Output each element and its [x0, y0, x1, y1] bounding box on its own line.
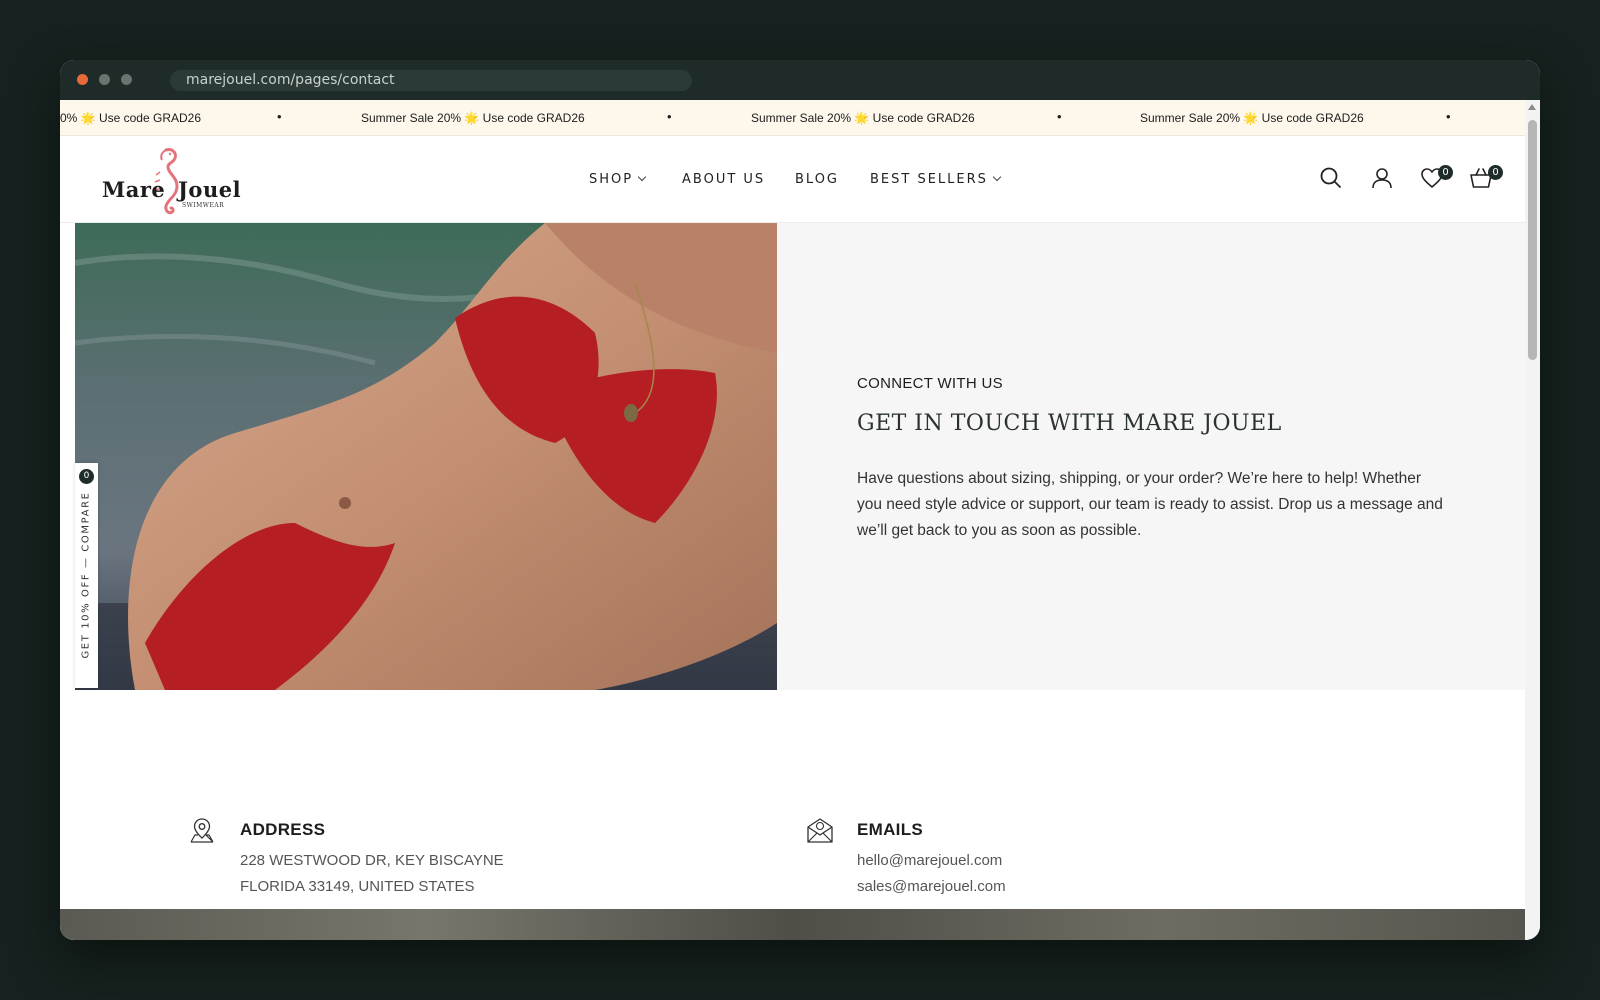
chevron-down-icon: [637, 172, 647, 182]
nav-shop[interactable]: SHOP: [589, 172, 647, 187]
announcement-bullet: •: [1446, 109, 1451, 124]
envelope-icon: [807, 818, 833, 843]
close-window-button[interactable]: [77, 74, 88, 85]
email-hello-link[interactable]: hello@marejouel.com: [857, 852, 1002, 869]
contact-hero-panel: CONNECT WITH US GET IN TOUCH WITH MARE J…: [777, 223, 1525, 690]
announcement-text: Summer Sale 20% 🌟 Use code GRAD26: [361, 111, 585, 125]
map-pin-icon: [190, 818, 214, 843]
address-bar[interactable]: marejouel.com/pages/contact: [170, 70, 692, 91]
browser-window: marejouel.com/pages/contact 0% 🌟 Use cod…: [60, 60, 1540, 940]
hero-eyebrow: CONNECT WITH US: [857, 375, 1003, 392]
announcement-text: 0% 🌟 Use code GRAD26: [60, 111, 201, 125]
announcement-bullet: •: [1057, 109, 1062, 124]
announcement-bar: 0% 🌟 Use code GRAD26 • Summer Sale 20% 🌟…: [60, 100, 1525, 136]
scroll-up-arrow-icon[interactable]: [1528, 104, 1536, 110]
minimize-window-button[interactable]: [99, 74, 110, 85]
announcement-bullet: •: [667, 109, 672, 124]
logo-word-jouel: Jouel: [178, 177, 242, 202]
compare-count-badge: 0: [79, 469, 94, 484]
site-header: Mare Jouel SWIMWEAR SHOP ABOUT US BLOG B…: [60, 136, 1525, 223]
account-icon[interactable]: [1369, 165, 1395, 191]
emails-title: EMAILS: [857, 820, 924, 839]
address-line-2: FLORIDA 33149, UNITED STATES: [240, 878, 475, 895]
page-title: GET IN TOUCH WITH MARE JOUEL: [857, 411, 1282, 436]
page-scrollbar[interactable]: [1525, 100, 1540, 940]
search-icon[interactable]: [1318, 165, 1344, 191]
side-promo-tab[interactable]: 0 GET 10% OFF — COMPARE: [75, 463, 98, 688]
nav-about-us[interactable]: ABOUT US: [682, 172, 765, 187]
nav-blog[interactable]: BLOG: [795, 172, 839, 187]
maximize-window-button[interactable]: [121, 74, 132, 85]
address-line-1: 228 WESTWOOD DR, KEY BISCAYNE: [240, 852, 504, 869]
chevron-down-icon: [992, 172, 1002, 182]
nav-best-sellers[interactable]: BEST SELLERS: [870, 172, 1002, 187]
cart-count-badge: 0: [1488, 165, 1503, 180]
email-sales-link[interactable]: sales@marejouel.com: [857, 878, 1006, 895]
browser-chrome: marejouel.com/pages/contact: [60, 60, 1540, 100]
announcement-bullet: •: [277, 109, 282, 124]
side-promo-text: GET 10% OFF — COMPARE: [80, 491, 92, 659]
hero-image: [75, 223, 777, 690]
announcement-text: Summer Sale 20% 🌟 Use code GRAD26: [751, 111, 975, 125]
nav-shop-label: SHOP: [589, 172, 634, 187]
logo-tagline: SWIMWEAR: [182, 202, 225, 209]
scroll-thumb[interactable]: [1528, 120, 1537, 360]
address-title: ADDRESS: [240, 820, 326, 839]
nav-best-sellers-label: BEST SELLERS: [870, 172, 988, 187]
swimwear-model-photo: [75, 223, 777, 690]
bottom-image-strip: [60, 909, 1525, 940]
hero-description: Have questions about sizing, shipping, o…: [857, 470, 1443, 539]
announcement-text: Summer Sale 20% 🌟 Use code GRAD26: [1140, 111, 1364, 125]
site-logo[interactable]: Mare Jouel SWIMWEAR: [102, 144, 241, 218]
logo-word-mare: Mare: [102, 177, 166, 202]
wishlist-count-badge: 0: [1438, 165, 1453, 180]
page-viewport: 0% 🌟 Use code GRAD26 • Summer Sale 20% 🌟…: [60, 100, 1525, 940]
